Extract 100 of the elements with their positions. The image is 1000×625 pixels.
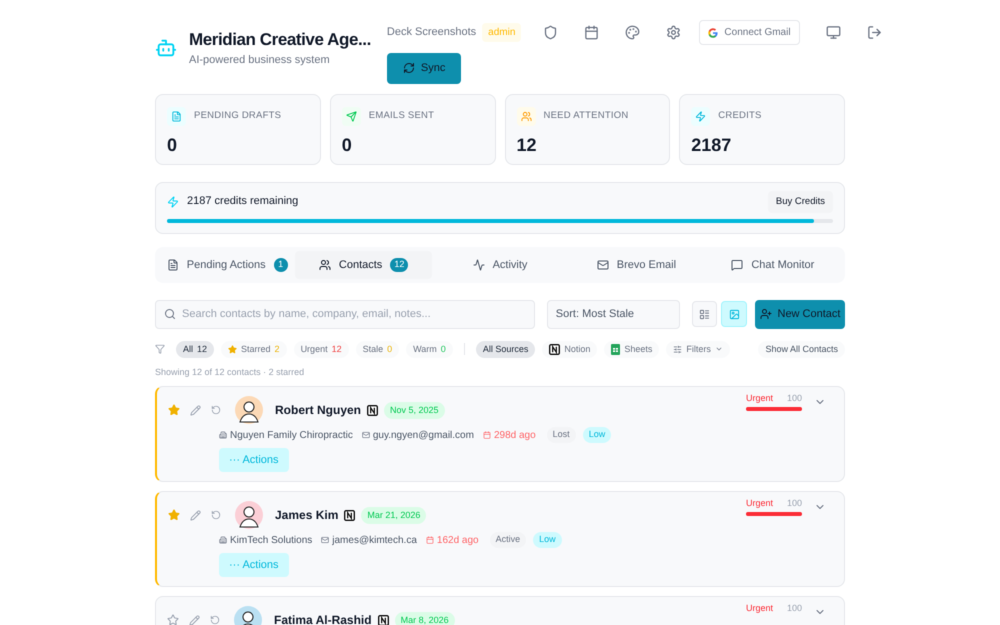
priority-badge: Low xyxy=(582,427,612,443)
workspace-name: Deck Screenshots xyxy=(386,25,476,40)
date-badge: Mar 8, 2026 xyxy=(394,612,455,625)
user-plus-icon xyxy=(760,308,772,320)
tab[interactable]: Pending Actions 1 xyxy=(159,250,296,279)
refresh-icon xyxy=(402,62,415,74)
stat-label: PENDING DRAFTS xyxy=(194,108,282,123)
robot-icon xyxy=(155,37,177,60)
source-chip[interactable]: Sheets xyxy=(604,340,660,358)
filter-count: 12 xyxy=(197,342,208,356)
file-icon xyxy=(171,110,182,122)
stat-value: 0 xyxy=(167,134,178,156)
notion-icon xyxy=(344,510,356,521)
urgency-label: Urgent xyxy=(746,392,774,406)
contact-email: guy.ngyen@gmail.com xyxy=(372,428,474,442)
contact-email: james@kimtech.ca xyxy=(332,534,417,548)
tab-count: 1 xyxy=(274,258,288,272)
company-name: KimTech Solutions xyxy=(230,534,312,548)
sync-button[interactable]: Sync xyxy=(386,53,462,84)
users-icon xyxy=(318,258,331,271)
edit-icon[interactable] xyxy=(190,510,201,521)
urgency-label: Urgent xyxy=(746,602,774,616)
filter-count: 0 xyxy=(387,342,392,356)
tab-count: 12 xyxy=(390,258,408,272)
shield-icon[interactable] xyxy=(543,25,558,40)
sheets-icon xyxy=(611,344,620,355)
stat-value: 12 xyxy=(516,134,538,156)
filter-count: 0 xyxy=(440,342,446,356)
filter-icon xyxy=(155,344,165,354)
stat-value: 0 xyxy=(342,134,353,156)
source-chip[interactable]: Notion xyxy=(542,340,598,358)
tab[interactable]: Brevo Email xyxy=(568,250,705,279)
urgency-label: Urgent xyxy=(746,497,774,510)
search-field[interactable]: Search contacts by name, company, email, notes... xyxy=(155,300,535,329)
show-all-contacts-button[interactable]: Show All Contacts xyxy=(758,340,845,358)
google-icon xyxy=(708,28,718,38)
source-chip[interactable]: All Sources xyxy=(476,340,536,358)
star-icon[interactable] xyxy=(168,404,180,416)
urgency-score: 100 xyxy=(786,497,802,510)
undo-icon[interactable] xyxy=(211,405,221,416)
app-subtitle: AI-powered business system xyxy=(189,53,331,68)
notion-icon xyxy=(549,344,560,355)
source-chip[interactable]: Filters xyxy=(666,340,730,358)
settings-icon[interactable] xyxy=(666,25,682,40)
lightning-icon xyxy=(695,110,706,122)
filter-chip[interactable]: Starred 2 xyxy=(221,340,287,358)
building-icon xyxy=(219,536,227,544)
monitor-icon[interactable] xyxy=(826,25,841,40)
filter-chip[interactable]: Warm 0 xyxy=(406,340,453,358)
file-icon xyxy=(166,258,179,271)
mail-icon xyxy=(321,536,330,544)
filter-chip[interactable]: All 12 xyxy=(176,340,214,358)
undo-icon[interactable] xyxy=(211,510,221,520)
filter-count: 12 xyxy=(332,342,342,356)
contact-name: James Kim xyxy=(275,507,338,524)
credits-text: 2187 credits remaining xyxy=(187,194,298,210)
priority-badge: Low xyxy=(533,532,562,548)
date-badge: Mar 21, 2026 xyxy=(361,506,426,524)
edit-icon[interactable] xyxy=(189,614,200,625)
calendar-icon[interactable] xyxy=(584,25,600,40)
list-icon xyxy=(698,308,710,320)
star-icon xyxy=(228,344,238,354)
stat-label: NEED ATTENTION xyxy=(544,108,628,123)
contact-name: Fatima Al-Rashid xyxy=(274,612,372,625)
stale-time: 162d ago xyxy=(436,534,479,548)
chat-icon xyxy=(731,258,744,271)
undo-icon[interactable] xyxy=(210,615,220,625)
tab[interactable]: Activity xyxy=(432,250,568,279)
stat-value: 2187 xyxy=(691,134,732,156)
buy-credits-button[interactable]: Buy Credits xyxy=(768,190,833,213)
users-icon xyxy=(520,110,532,122)
list-view-button[interactable] xyxy=(692,301,718,328)
date-badge: Nov 5, 2025 xyxy=(384,402,445,419)
connect-gmail-button[interactable]: Connect Gmail xyxy=(699,20,800,45)
mail-icon xyxy=(362,431,370,439)
logout-icon[interactable] xyxy=(866,25,882,40)
stat-label: EMAILS SENT xyxy=(368,108,434,123)
role-badge: admin xyxy=(482,23,522,42)
filter-count: 2 xyxy=(274,342,280,356)
tab[interactable]: Chat Monitor xyxy=(704,250,842,279)
palette-icon[interactable] xyxy=(625,25,640,40)
image-icon xyxy=(728,308,740,320)
company-name: Nguyen Family Chiropractic xyxy=(230,428,353,442)
star-icon[interactable] xyxy=(167,614,179,625)
star-icon[interactable] xyxy=(168,509,180,522)
app-title: Meridian Creative Age... xyxy=(189,29,371,51)
notion-icon xyxy=(367,404,378,416)
filter-chip[interactable]: Stale 0 xyxy=(356,340,400,358)
card-view-button[interactable] xyxy=(721,301,747,328)
calendar-icon xyxy=(426,536,434,544)
stat-label: CREDITS xyxy=(718,108,762,123)
tab[interactable]: Contacts 12 xyxy=(295,250,432,279)
urgency-score: 100 xyxy=(786,602,802,616)
stale-time: 298d ago xyxy=(494,428,536,442)
sort-select[interactable]: Sort: Most Stale xyxy=(546,300,680,329)
lightning-icon xyxy=(167,196,179,208)
filter-chip[interactable]: Urgent 12 xyxy=(294,340,349,358)
send-icon xyxy=(346,110,357,122)
new-contact-button[interactable]: New Contact xyxy=(755,300,845,329)
edit-icon[interactable] xyxy=(190,404,201,416)
